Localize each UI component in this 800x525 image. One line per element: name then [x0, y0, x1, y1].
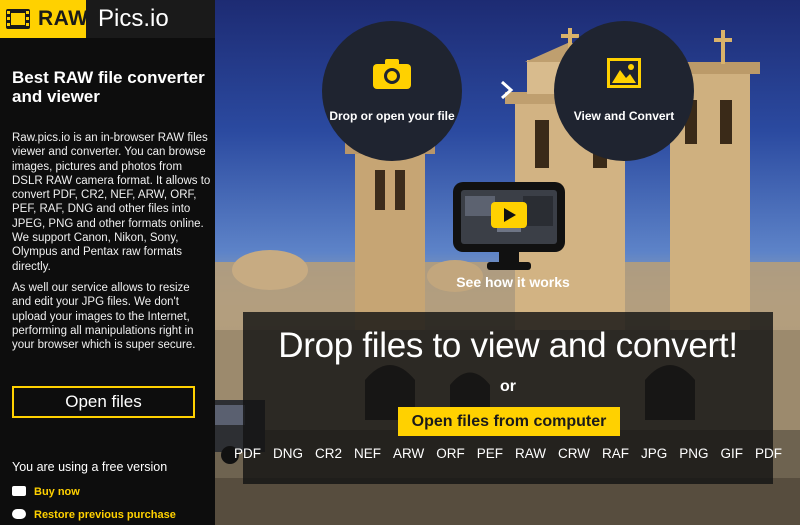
drop-area-background[interactable]: Drop or open your file View and Convert …: [215, 0, 800, 525]
brand-name-box: Pics.io: [86, 0, 215, 38]
page-title: Best RAW file converter and viewer: [12, 68, 205, 106]
step-view-convert-label: View and Convert: [573, 109, 675, 123]
format-label: PNG: [679, 446, 709, 461]
film-strip-icon: [6, 9, 30, 29]
format-label: CRW: [558, 446, 591, 461]
restore-purchase-label: Restore previous purchase: [34, 509, 176, 521]
image-icon: [607, 58, 641, 88]
format-label: ARW: [392, 446, 425, 461]
format-label: DNG: [272, 446, 303, 461]
restore-purchase-link[interactable]: Restore previous purchase: [12, 509, 176, 521]
format-label: CR2: [314, 446, 342, 461]
chevron-right-icon: [501, 80, 514, 100]
format-label: JPG: [641, 446, 668, 461]
format-label: GIF: [720, 446, 744, 461]
format-label: RAW: [515, 446, 547, 461]
step-view-convert[interactable]: View and Convert: [554, 21, 694, 161]
open-files-button[interactable]: Open files: [12, 386, 195, 418]
step-drop-open-file[interactable]: Drop or open your file: [322, 21, 462, 161]
restore-icon: [12, 509, 26, 519]
drop-zone[interactable]: Drop files to view and convert! or Open …: [234, 312, 782, 484]
brand-logo[interactable]: RAW Pics.io: [0, 0, 215, 38]
or-separator: or: [500, 378, 516, 395]
sidebar: RAW Pics.io Best RAW file converter and …: [0, 0, 215, 525]
buy-now-link[interactable]: Buy now: [12, 486, 80, 498]
step-drop-open-label: Drop or open your file: [329, 109, 455, 123]
brand-badge-text: RAW: [38, 7, 89, 30]
format-label: NEF: [353, 446, 381, 461]
supported-formats: PDF DNG CR2 NEF ARW ORF PEF RAW CRW RAF …: [234, 446, 782, 461]
format-label: RAF: [602, 446, 630, 461]
brand-name: Pics.io: [98, 5, 169, 32]
camera-icon: [373, 59, 411, 89]
format-label: PEF: [476, 446, 504, 461]
drop-title: Drop files to view and convert!: [278, 326, 738, 365]
format-label: PDF: [755, 446, 783, 461]
version-status: You are using a free version: [12, 460, 168, 474]
format-label: PDF: [233, 446, 261, 461]
play-monitor-icon[interactable]: [453, 182, 565, 272]
open-from-computer-button[interactable]: Open files from computer: [398, 407, 620, 436]
brand-badge: RAW: [0, 0, 89, 38]
how-it-works-link[interactable]: See how it works: [433, 274, 593, 290]
buy-now-label: Buy now: [34, 486, 80, 498]
security-paragraph: As well our service allows to resize and…: [12, 282, 196, 352]
description-paragraph: Raw.pics.io is an in-browser RAW files v…: [12, 132, 211, 273]
card-icon: [12, 486, 26, 496]
format-label: ORF: [436, 446, 465, 461]
